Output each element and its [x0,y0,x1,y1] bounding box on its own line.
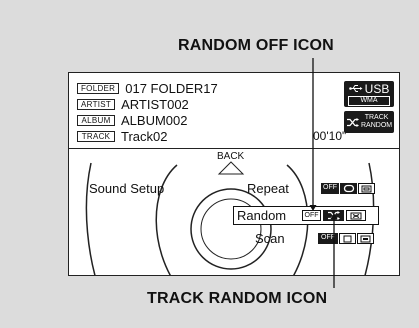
random-off-arrowhead [309,205,317,211]
track-random-arrowhead [330,213,338,219]
callout-leader-lines [309,58,338,288]
